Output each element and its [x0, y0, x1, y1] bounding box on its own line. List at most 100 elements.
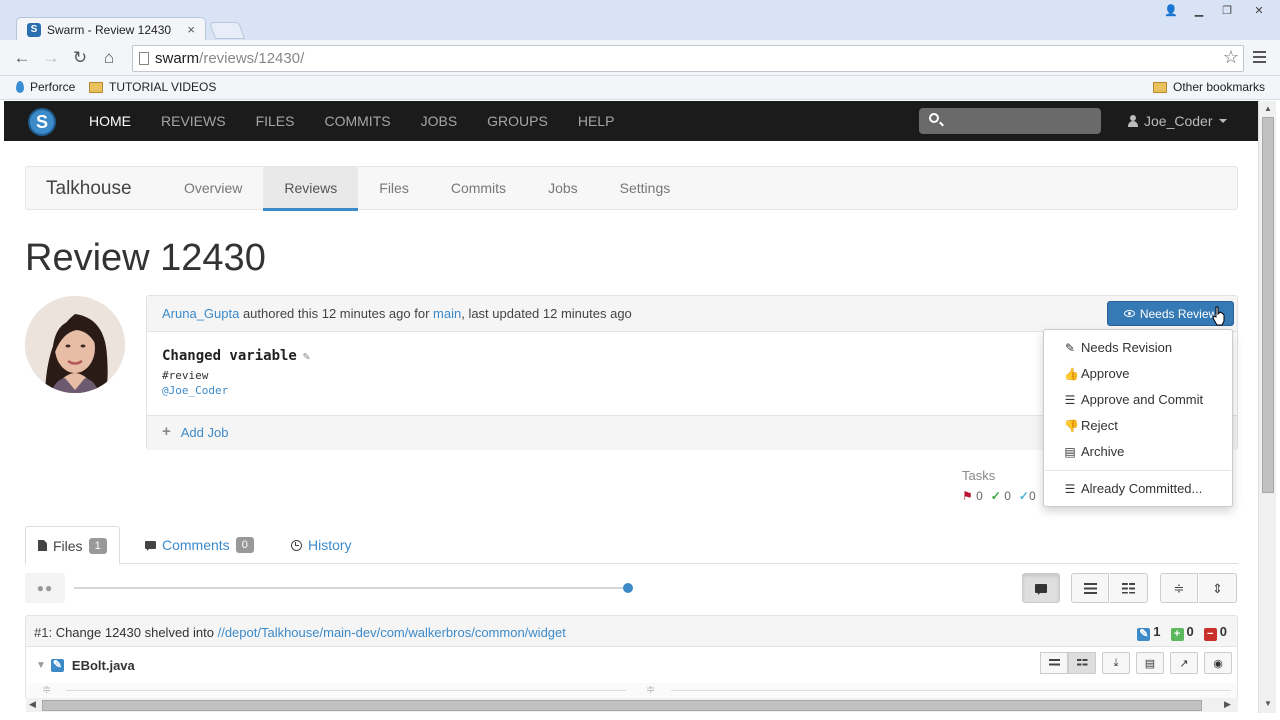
nav-reviews[interactable]: REVIEWS — [146, 101, 241, 141]
nav-commits[interactable]: COMMITS — [309, 101, 405, 141]
scroll-down-icon[interactable]: ▼ — [1264, 699, 1272, 708]
tab-close-icon[interactable]: × — [187, 22, 195, 37]
vertical-scrollbar[interactable]: ▲ ▼ — [1258, 101, 1276, 713]
menu-item-needs-revision[interactable]: ✎ Needs Revision — [1064, 340, 1172, 355]
horizontal-scrollbar[interactable]: ◀ ▶ — [26, 698, 1238, 712]
maximize-icon[interactable]: ❐ — [1216, 2, 1238, 18]
description-mention[interactable]: @Joe_Coder — [162, 384, 310, 397]
browser-menu-icon[interactable] — [1253, 51, 1266, 63]
file-view-button[interactable]: ▤ — [1136, 652, 1164, 674]
archive-icon: ▤ — [1064, 444, 1076, 459]
edit-description-icon[interactable]: ✎ — [303, 349, 310, 363]
review-description: Changed variable ✎ #review @Joe_Coder — [162, 348, 310, 397]
menu-item-already-committed[interactable]: ☰ Already Committed... — [1064, 481, 1203, 496]
show-comments-button[interactable] — [1022, 573, 1060, 603]
comment-icon — [1035, 583, 1047, 595]
depot-path-link[interactable]: //depot/Talkhouse/main-dev/com/walkerbro… — [218, 625, 566, 640]
tab-overview[interactable]: Overview — [163, 167, 263, 211]
tab-reviews[interactable]: Reviews — [263, 167, 359, 211]
edited-count-value: 1 — [1153, 624, 1161, 639]
collapse-all-button[interactable]: ≑ — [1160, 573, 1198, 603]
perforce-icon — [16, 81, 24, 93]
plus-icon: + — [162, 423, 171, 440]
nav-home[interactable]: HOME — [74, 101, 146, 141]
close-window-icon[interactable]: ✕ — [1244, 2, 1274, 18]
author-avatar[interactable] — [25, 296, 125, 393]
file-inline-button[interactable] — [1040, 652, 1068, 674]
menu-item-approve[interactable]: 👍 Approve — [1064, 366, 1129, 381]
tab-files[interactable]: Files 1 — [25, 526, 120, 565]
menu-item-reject[interactable]: 👎 Reject — [1064, 418, 1118, 433]
file-open-button[interactable]: ↗ — [1170, 652, 1198, 674]
menu-item-archive[interactable]: ▤ Archive — [1064, 444, 1124, 459]
tab-files[interactable]: Files — [358, 167, 430, 211]
menu-item-approve-and-commit[interactable]: ☰ Approve and Commit — [1064, 392, 1204, 407]
pencil-icon: ✎ — [1064, 340, 1076, 355]
file-name-row[interactable]: ▼ ✎ EBolt.java — [36, 658, 135, 673]
chevron-down-icon[interactable]: ▼ — [36, 660, 46, 671]
project-name[interactable]: Talkhouse — [46, 178, 132, 200]
expand-context-icon[interactable]: ≑ — [646, 683, 655, 696]
nav-groups[interactable]: GROUPS — [472, 101, 563, 141]
forward-icon[interactable]: → — [41, 48, 61, 68]
side-by-side-button[interactable] — [1110, 573, 1148, 603]
edit-icon: ✎ — [1137, 628, 1151, 641]
expand-all-button[interactable]: ⇕ — [1199, 573, 1237, 603]
bookmark-perforce[interactable]: Perforce — [16, 80, 75, 94]
comment-icon — [145, 541, 156, 551]
home-icon[interactable]: ⌂ — [99, 48, 119, 68]
profile-icon[interactable]: 👤 — [1160, 2, 1182, 18]
back-icon[interactable]: ← — [12, 48, 32, 68]
review-status-label: Needs Review — [1139, 306, 1218, 321]
horizontal-scroll-thumb[interactable] — [42, 700, 1202, 711]
inline-view-icon — [1048, 658, 1060, 668]
addressed-tasks[interactable]: ✓ 0 — [991, 489, 1011, 503]
tab-commits[interactable]: Commits — [430, 167, 527, 211]
diff-separator-row: ≑ ≑ — [25, 683, 1238, 698]
tab-comments-label[interactable]: Comments — [162, 537, 230, 553]
branch-link[interactable]: main — [433, 306, 461, 321]
version-dots-button[interactable]: ●● — [25, 573, 65, 603]
browser-tab[interactable]: S Swarm - Review 12430 × — [16, 17, 206, 41]
author-link[interactable]: Aruna_Gupta — [162, 306, 239, 321]
minimize-icon[interactable]: ▁ — [1188, 2, 1210, 18]
tab-comments[interactable]: Comments 0 — [133, 526, 266, 564]
search-input[interactable] — [919, 108, 1101, 134]
scroll-left-icon[interactable]: ◀ — [29, 699, 36, 710]
scroll-up-icon[interactable]: ▲ — [1264, 104, 1272, 113]
user-menu[interactable]: Joe_Coder — [1128, 101, 1227, 141]
other-bookmarks[interactable]: Other bookmarks — [1153, 80, 1265, 94]
tab-jobs[interactable]: Jobs — [527, 167, 599, 211]
nav-help[interactable]: HELP — [563, 101, 630, 141]
mouse-cursor-icon — [1212, 306, 1225, 326]
swarm-navbar: S HOME REVIEWS FILES COMMITS JOBS GROUPS HELP … — [4, 101, 1258, 141]
inline-diff-button[interactable] — [1071, 573, 1109, 603]
bookmark-star-icon[interactable]: ☆ — [1223, 47, 1239, 68]
tab-history-label[interactable]: History — [308, 537, 352, 553]
comments-count-badge: 0 — [235, 537, 254, 553]
nav-files[interactable]: FILES — [241, 101, 310, 141]
version-slider[interactable] — [74, 583, 633, 593]
open-tasks[interactable]: ⚑ 0 — [962, 489, 983, 503]
nav-jobs[interactable]: JOBS — [406, 101, 473, 141]
swarm-logo[interactable]: S — [28, 108, 56, 136]
tab-history[interactable]: History — [279, 526, 364, 564]
bookmark-tutorial-videos[interactable]: TUTORIAL VIDEOS — [89, 80, 216, 94]
file-mark-read-button[interactable]: ◉ — [1204, 652, 1232, 674]
expand-context-icon[interactable]: ≑ — [42, 683, 51, 696]
vertical-scroll-thumb[interactable] — [1262, 117, 1274, 493]
scroll-right-icon[interactable]: ▶ — [1224, 699, 1231, 710]
user-icon — [1128, 115, 1138, 127]
address-bar[interactable]: swarm/reviews/12430/ ☆ — [132, 45, 1244, 72]
task-counts: ⚑ 0 ✓ 0 ✓0 — [962, 489, 1036, 503]
verified-tasks[interactable]: ✓0 — [1019, 489, 1036, 503]
file-ignore-whitespace-button[interactable]: ⤓ — [1102, 652, 1130, 674]
new-tab-button[interactable] — [208, 22, 246, 39]
page-icon — [139, 52, 149, 65]
reload-icon[interactable]: ↻ — [70, 48, 90, 68]
version-slider-handle[interactable] — [623, 583, 633, 593]
tab-settings[interactable]: Settings — [599, 167, 692, 211]
file-side-by-side-button[interactable] — [1068, 652, 1096, 674]
page-viewport: S HOME REVIEWS FILES COMMITS JOBS GROUPS HELP … — [4, 101, 1258, 698]
folder-icon — [89, 81, 103, 93]
